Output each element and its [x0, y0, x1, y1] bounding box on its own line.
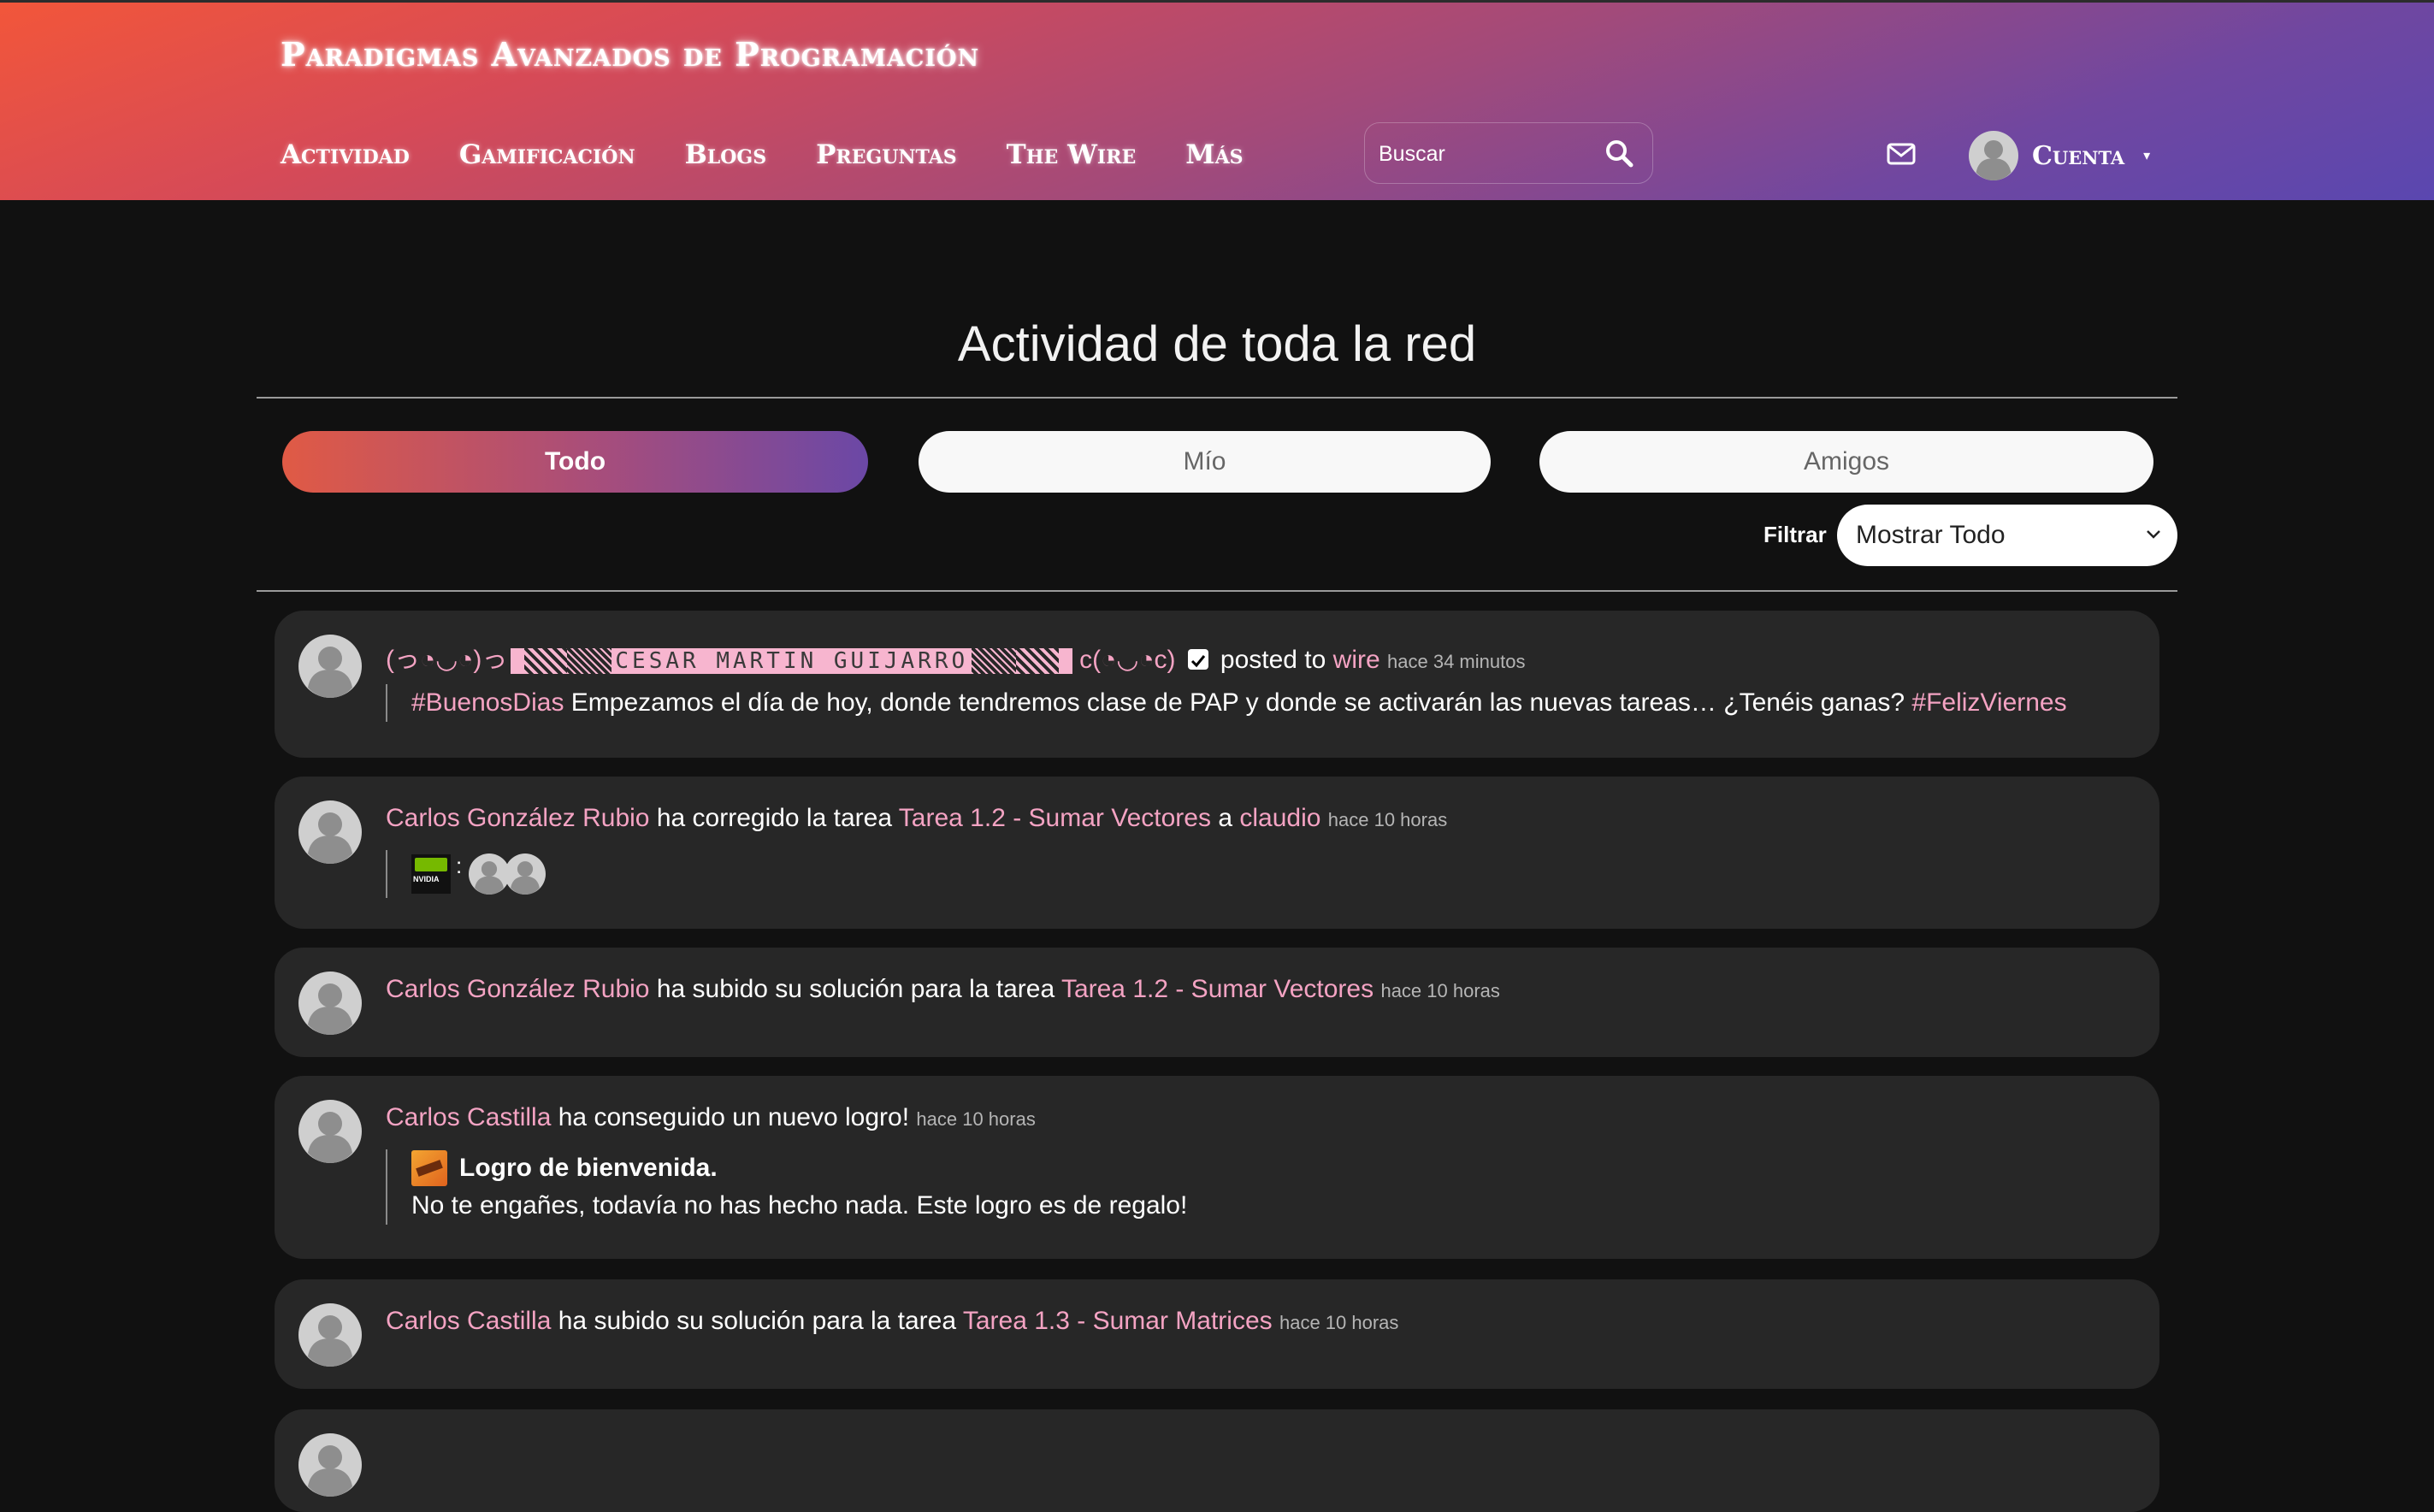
activity-user-link[interactable]: (っ◔◡◔)っ CESAR MARTIN GUIJARRO c(◔◡◔c) — [386, 646, 1183, 675]
nav-blogs[interactable]: Blogs — [685, 139, 767, 170]
activity-target-link[interactable]: Tarea 1.3 - Sumar Matrices — [963, 1307, 1273, 1335]
search-box — [1364, 122, 1653, 184]
colon: : — [456, 852, 463, 878]
nav-gamificacion[interactable]: Gamificación — [459, 139, 635, 170]
reviewer-avatar[interactable] — [505, 853, 546, 895]
activity-header: Carlos Castilla ha conseguido un nuevo l… — [386, 1103, 1036, 1132]
filter-select[interactable]: Mostrar Todo — [1837, 505, 2177, 566]
activity-card — [275, 1409, 2159, 1512]
activity-user-link[interactable]: Carlos Castilla — [386, 1307, 551, 1335]
nav-actividad[interactable]: Actividad — [281, 139, 410, 170]
user-avatar[interactable] — [298, 1433, 362, 1497]
activity-card: Carlos Castilla ha conseguido un nuevo l… — [275, 1076, 2159, 1259]
activity-user-link[interactable]: Carlos González Rubio — [386, 975, 649, 1003]
search-input[interactable] — [1377, 135, 1594, 173]
activity-target-link[interactable]: Tarea 1.2 - Sumar Vectores — [1061, 975, 1374, 1003]
nav-the-wire[interactable]: The Wire — [1007, 139, 1137, 170]
activity-verb: ha subido su solución para la tarea — [656, 975, 1055, 1003]
page-title: Actividad de toda la red — [957, 316, 1477, 372]
hashtag-link[interactable]: #FelizViernes — [1911, 688, 2066, 717]
tab-amigos[interactable]: Amigos — [1539, 431, 2153, 493]
account-menu[interactable]: Cuenta ▾ — [1969, 131, 2150, 180]
hashtag-link[interactable]: #BuenosDias — [411, 688, 564, 717]
nvidia-badge: NVIDIA — [411, 854, 451, 894]
mail-icon[interactable] — [1887, 143, 1916, 165]
user-avatar[interactable] — [298, 635, 362, 698]
trophy-icon — [411, 1150, 447, 1186]
achievement-desc: No te engañes, todavía no has hecho nada… — [411, 1191, 1188, 1220]
activity-time: hace 10 horas — [916, 1108, 1036, 1130]
user-avatar[interactable] — [298, 1303, 362, 1367]
account-label: Cuenta — [2032, 140, 2125, 171]
main-nav: Actividad Gamificación Blogs Preguntas T… — [281, 139, 1244, 170]
user-name-suffix: c(◔◡◔c) — [1079, 646, 1176, 674]
reviewer-avatar[interactable] — [469, 853, 510, 895]
tab-todo[interactable]: Todo — [282, 431, 868, 493]
activity-header: (っ◔◡◔)っ CESAR MARTIN GUIJARRO c(◔◡◔c) pos… — [386, 638, 1525, 676]
caret-down-icon: ▾ — [2143, 149, 2151, 163]
activity-body: NVIDIA : — [386, 850, 546, 898]
activity-time: hace 10 horas — [1279, 1312, 1399, 1333]
activity-time: hace 10 horas — [1327, 809, 1448, 830]
activity-recipient-link[interactable]: claudio — [1239, 804, 1320, 832]
account-avatar — [1969, 131, 2018, 180]
activity-user-link[interactable]: Carlos González Rubio — [386, 804, 649, 832]
activity-card: Carlos González Rubio ha subido su soluc… — [275, 948, 2159, 1057]
search-icon[interactable] — [1604, 139, 1633, 168]
filter-value: Mostrar Todo — [1856, 521, 2006, 549]
top-navbar: Paradigmas Avanzados de Programación Act… — [0, 0, 2434, 200]
activity-header: Carlos Castilla ha subido su solución pa… — [386, 1307, 1398, 1336]
achievement-block: Logro de bienvenida. No te engañes, toda… — [386, 1149, 1187, 1225]
user-name: CESAR MARTIN GUIJARRO — [611, 648, 972, 674]
user-avatar[interactable] — [298, 972, 362, 1035]
activity-time: hace 34 minutos — [1387, 651, 1526, 672]
tab-mio[interactable]: Mío — [919, 431, 1491, 493]
activity-time: hace 10 horas — [1380, 980, 1500, 1001]
activity-target-link[interactable]: Tarea 1.2 - Sumar Vectores — [899, 804, 1211, 832]
activity-text: Empezamos el día de hoy, donde tendremos… — [570, 688, 1905, 717]
user-avatar[interactable] — [298, 800, 362, 864]
divider-bottom — [257, 590, 2177, 592]
activity-verb: ha corregido la tarea — [656, 804, 892, 832]
user-name-prefix: (っ◔◡◔)っ — [386, 646, 508, 674]
activity-target-link[interactable]: wire — [1333, 646, 1380, 674]
achievement-title: Logro de bienvenida. — [459, 1154, 718, 1182]
nav-mas[interactable]: Más — [1185, 139, 1243, 170]
user-avatar[interactable] — [298, 1100, 362, 1163]
activity-header: Carlos González Rubio ha subido su soluc… — [386, 975, 1500, 1004]
activity-verb: ha conseguido un nuevo logro! — [558, 1103, 910, 1131]
activity-verb: ha subido su solución para la tarea — [558, 1307, 957, 1335]
achievement-header: Logro de bienvenida. — [411, 1149, 1187, 1187]
activity-user-link[interactable]: Carlos Castilla — [386, 1103, 551, 1131]
activity-verb: posted to — [1220, 646, 1326, 674]
divider-top — [257, 397, 2177, 399]
activity-card: Carlos Castilla ha subido su solución pa… — [275, 1279, 2159, 1389]
checkbox-icon — [1187, 649, 1208, 670]
user-name-deco — [507, 646, 612, 675]
site-title[interactable]: Paradigmas Avanzados de Programación — [281, 35, 979, 74]
activity-header: Carlos González Rubio ha corregido la ta… — [386, 804, 1447, 833]
activity-body: #BuenosDias Empezamos el día de hoy, don… — [386, 684, 2067, 722]
activity-card: Carlos González Rubio ha corregido la ta… — [275, 777, 2159, 929]
activity-connector: a — [1218, 804, 1232, 832]
activity-card: (っ◔◡◔)っ CESAR MARTIN GUIJARRO c(◔◡◔c) pos… — [275, 611, 2159, 758]
filter-label: Filtrar — [1763, 522, 1827, 547]
nav-preguntas[interactable]: Preguntas — [816, 139, 957, 170]
chevron-down-icon — [2147, 530, 2160, 539]
user-name-deco-right — [972, 646, 1079, 675]
